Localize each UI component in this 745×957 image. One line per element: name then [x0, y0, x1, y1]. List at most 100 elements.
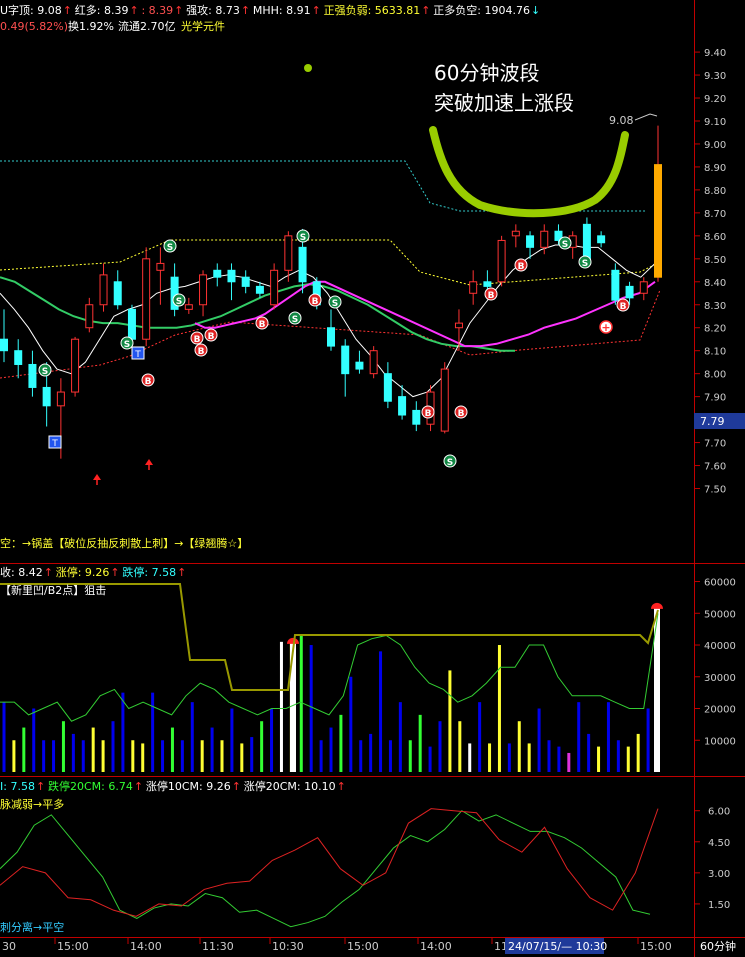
header-item: 涨停20CM: 10.10	[244, 779, 336, 793]
volume-bar	[468, 743, 472, 772]
header-item: 跌停: 7.58	[122, 565, 176, 579]
candle-body	[327, 327, 335, 347]
volume-bar	[626, 746, 630, 772]
volume-bar	[606, 702, 610, 772]
candle-body	[14, 350, 23, 365]
header-arrow: ↑	[129, 4, 138, 17]
volume-bar	[170, 727, 174, 772]
candle-body	[369, 350, 378, 375]
volume-bar	[111, 721, 115, 772]
time-tick-label: 15:00	[57, 940, 89, 953]
volume-bar	[507, 743, 511, 772]
volume-tick-label: 20000	[704, 705, 736, 716]
volume-bar	[279, 641, 283, 772]
ma-white	[0, 244, 656, 398]
candle-body	[383, 373, 392, 402]
up-arrow	[145, 459, 153, 465]
volume-axis: 60000 50000 40000 30000 20000 10000	[694, 578, 736, 747]
peak-price-label: 9.08	[609, 114, 634, 127]
price-tick-label: 7.60	[704, 462, 726, 473]
price-tick-label: 9.20	[704, 94, 726, 105]
candle-body	[199, 274, 208, 306]
buy-marker-letter: B	[208, 332, 215, 342]
volume-bar	[151, 692, 155, 772]
upper-band	[0, 160, 645, 212]
volume-peak-cap	[651, 602, 663, 609]
time-tick-label: 11:30	[202, 940, 234, 953]
volume-bar	[22, 727, 26, 772]
volume-bar	[488, 743, 492, 772]
t-marker-letter: T	[134, 350, 141, 360]
volume-bar	[131, 740, 135, 772]
volume-line2: 【新里凹/B2点】狙击	[0, 583, 106, 597]
main-header: U字顶: 9.08 ↑ 红多: 8.39 ↑ : 8.39 ↑ 强攻: 8.73 ↑ MHH:…	[0, 3, 540, 17]
candle-body	[0, 338, 8, 352]
volume-tick-label: 60000	[704, 578, 736, 589]
candle-body	[156, 262, 165, 271]
volume-tick-label: 50000	[704, 609, 736, 620]
price-tick-label: 8.30	[704, 301, 726, 312]
indicator-red-line	[0, 808, 659, 917]
price-tick-label: 8.80	[704, 186, 726, 197]
price-tick-label: 8.90	[704, 163, 726, 174]
time-tick-label: 30	[2, 940, 16, 953]
volume-bar	[349, 676, 353, 772]
volume-tick-label: 10000	[704, 736, 736, 747]
header-arrow: ↑	[337, 780, 346, 793]
candle-body	[639, 281, 648, 294]
price-tick-label: 8.00	[704, 370, 726, 381]
header-float: 流通2.70亿	[118, 19, 176, 33]
candlesticks[interactable]	[0, 125, 662, 459]
sell-marker-letter: S	[42, 367, 48, 377]
volume-bar	[250, 737, 254, 772]
volume-tick-label: 40000	[704, 641, 736, 652]
header-arrow: ↓	[531, 4, 540, 17]
header-arrow: ↑	[241, 4, 250, 17]
volume-bar	[81, 740, 85, 772]
buy-marker-letter: B	[458, 409, 465, 419]
candle-body	[184, 304, 193, 310]
volume-bar	[369, 733, 373, 772]
sell-marker-letter: S	[332, 299, 338, 309]
time-tick-label: 15:00	[347, 940, 379, 953]
buy-marker-letter: B	[198, 347, 205, 357]
price-tick-label: 7.50	[704, 485, 726, 496]
plus-marker-sign: +	[601, 321, 610, 334]
candle-body	[526, 235, 535, 248]
period-label[interactable]: 60分钟	[700, 939, 736, 953]
volume-bar	[448, 670, 452, 772]
candle-body	[127, 308, 136, 340]
indicator-header: I: 7.58 ↑ 跌停20CM: 6.74 ↑ 涨停10CM: 9.26 ↑ 涨停20CM…	[0, 779, 346, 793]
volume-bar	[101, 740, 105, 772]
volume-bar	[597, 746, 601, 772]
candle-body	[241, 276, 250, 287]
indicator-bottom-text: 刺分离→平空	[0, 920, 64, 934]
indicator-tick-label: 1.50	[708, 900, 730, 911]
panel-borders	[0, 0, 745, 957]
volume-bar	[91, 727, 95, 772]
price-tick-label: 8.50	[704, 255, 726, 266]
candle-body	[469, 281, 478, 294]
header-arrow: ↑	[44, 566, 53, 579]
sell-marker-letter: S	[582, 259, 588, 269]
candle-body	[284, 235, 293, 271]
header-item: 涨停10CM: 9.26	[146, 779, 231, 793]
buy-marker-letter: B	[488, 291, 495, 301]
buy-marker-letter: B	[425, 409, 432, 419]
indicator-tick-label: 6.00	[708, 807, 730, 818]
peak-pointer	[634, 113, 658, 121]
stock-chart: 9.40 9.30 9.20 9.10 9.00 8.90 8.80 8.70 8.60 8.50…	[0, 0, 745, 957]
volume-bar	[180, 740, 184, 772]
candle-body	[28, 363, 37, 388]
volume-bar	[616, 740, 620, 772]
header-item: 跌停20CM: 6.74	[48, 779, 133, 793]
volume-bar	[61, 721, 65, 772]
volume-bar	[240, 743, 244, 772]
header-item: 强攻: 8.73	[186, 3, 240, 17]
volume-bar	[577, 702, 581, 772]
header-item: : 8.39	[141, 4, 173, 17]
header-item: MHH: 8.91	[253, 4, 311, 17]
header-item: 正多负空: 1904.76	[433, 3, 530, 17]
volume-bar	[260, 721, 264, 772]
header-arrow: ↑	[421, 4, 430, 17]
